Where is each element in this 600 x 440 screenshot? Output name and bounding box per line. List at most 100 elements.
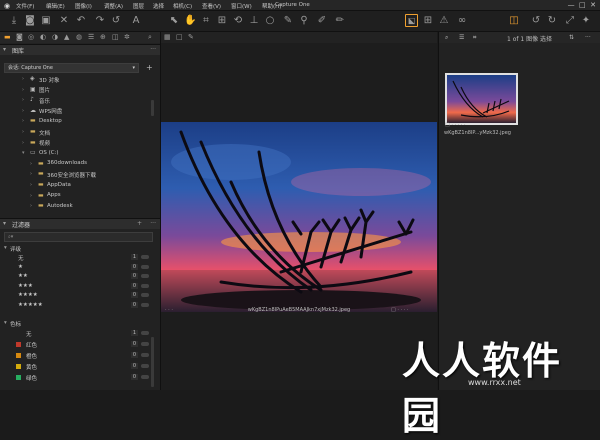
details-tab-icon[interactable]: ▲ — [64, 33, 69, 41]
chevron-right-icon[interactable]: › — [22, 87, 24, 93]
color-tab-icon[interactable]: ◐ — [40, 33, 46, 41]
menu-edit[interactable]: 编辑(E) — [46, 2, 65, 10]
menu-layers[interactable]: 图层 — [133, 2, 144, 10]
exposure-tab-icon[interactable]: ◑ — [52, 33, 58, 41]
list-view-icon[interactable]: ☰ — [459, 34, 464, 41]
add-icon[interactable]: + — [137, 220, 142, 227]
filters-scrollbar[interactable] — [151, 337, 154, 387]
collapse-icon[interactable]: ▾ — [3, 220, 6, 227]
folder-tree-item[interactable]: ▾ ▭ OS (C:) — [0, 148, 150, 159]
color-tag-filter-row[interactable]: 红色 0 — [0, 340, 154, 349]
chevron-right-icon[interactable]: › — [22, 108, 24, 114]
single-view-icon[interactable]: □ — [176, 33, 183, 41]
color-tag-filter-row[interactable]: 黄色 0 — [0, 362, 154, 371]
settings-icon[interactable]: ✦ — [580, 15, 592, 27]
filter-toggle[interactable] — [141, 264, 149, 269]
reset-icon[interactable]: ↺ — [110, 15, 122, 27]
import-icon[interactable]: ⤓ — [8, 15, 20, 27]
filter-toggle[interactable] — [141, 331, 149, 335]
crop-icon[interactable]: ⌗ — [473, 34, 476, 42]
sort-icon[interactable]: ⇅ — [569, 34, 574, 41]
main-photo[interactable] — [161, 122, 437, 312]
chevron-down-icon[interactable]: ▾ — [22, 150, 25, 156]
cursor-tool-icon[interactable]: ⬉ — [168, 15, 180, 27]
camera-icon[interactable]: ◙ — [24, 15, 36, 27]
adjustments-tab-icon[interactable]: ✲ — [124, 33, 130, 41]
color-tag-filter-row[interactable]: 橙色 0 — [0, 351, 154, 360]
filter-toggle[interactable] — [141, 342, 149, 346]
thumbnail-controls[interactable]: □ · · · · · — [445, 122, 466, 128]
add-icon[interactable]: + — [146, 63, 153, 72]
rating-group-header[interactable]: ▾ 评级 — [0, 244, 154, 253]
filters-section-header[interactable]: ▾ 过滤器 + ··· — [0, 218, 160, 229]
lens-tab-icon[interactable]: ◎ — [28, 33, 34, 41]
app-logo-icon[interactable]: ◉ — [4, 2, 10, 10]
filter-toggle[interactable] — [141, 353, 149, 357]
folder-tree-item[interactable]: › ♪ 音乐 — [0, 95, 150, 106]
more-icon[interactable]: ··· — [585, 34, 591, 41]
local-adjust-tab-icon[interactable]: ◍ — [76, 33, 82, 41]
rotate-tool-icon[interactable]: ⟲ — [232, 15, 244, 27]
chevron-right-icon[interactable]: › — [30, 161, 32, 167]
metadata-tab-icon[interactable]: ☰ — [88, 33, 94, 41]
warning-icon[interactable]: ⚠ — [438, 15, 450, 27]
menu-select[interactable]: 选择 — [153, 2, 164, 10]
filter-toggle[interactable] — [141, 293, 149, 297]
chevron-right-icon[interactable]: › — [22, 76, 24, 82]
menu-adjust[interactable]: 调整(A) — [104, 2, 123, 10]
chevron-right-icon[interactable]: › — [30, 203, 32, 209]
filter-toggle[interactable] — [141, 364, 149, 368]
filter-toggle[interactable] — [141, 375, 149, 379]
output-tab-icon[interactable]: ⊕ — [100, 33, 106, 41]
folder-tree-item[interactable]: › ▬ Autodesk — [0, 201, 150, 212]
menu-camera[interactable]: 相机(C) — [173, 2, 192, 10]
folder-tree-item[interactable]: › ▬ 文档 — [0, 127, 150, 138]
folder-tree-item[interactable]: › ▬ 视频 — [0, 138, 150, 149]
chevron-right-icon[interactable]: › — [22, 97, 24, 103]
exposure-warning-icon[interactable]: ⬕ — [405, 14, 418, 27]
chevron-right-icon[interactable]: › — [22, 118, 24, 124]
folder-tree-item[interactable]: › ☁ WPS网盘 — [0, 106, 150, 117]
undo-icon[interactable]: ↶ — [75, 15, 87, 27]
library-section-header[interactable]: ▾ 图库 ··· — [0, 44, 160, 55]
redo-icon[interactable]: ↷ — [94, 15, 106, 27]
brush-tool-icon[interactable]: ✎ — [282, 15, 294, 27]
chevron-right-icon[interactable]: › — [30, 182, 32, 188]
circle-tool-icon[interactable]: ○ — [264, 15, 276, 27]
rotate-left-icon[interactable]: ↺ — [530, 15, 542, 27]
catalog-dropdown[interactable]: 会话: Capture One ▾ — [4, 63, 139, 73]
folder-tree-item[interactable]: › ▬ Desktop — [0, 116, 150, 127]
rating-filter-row[interactable]: ★★★★★ 0 — [0, 301, 154, 310]
eraser-tool-icon[interactable]: ✐ — [316, 15, 328, 27]
batch-tab-icon[interactable]: ◫ — [112, 33, 119, 41]
folder-tree-item[interactable]: › ▣ 图片 — [0, 85, 150, 96]
capture-tab-icon[interactable]: ◙ — [16, 33, 23, 41]
library-tab-icon[interactable]: ▬ — [4, 33, 11, 41]
chevron-right-icon[interactable]: › — [22, 129, 24, 135]
search-icon[interactable]: ⌕ — [445, 34, 448, 42]
folder-tree-item[interactable]: › ▬ 360安全浏览器下载 — [0, 169, 150, 180]
layers-icon[interactable]: ◫ — [508, 15, 520, 27]
chevron-right-icon[interactable]: › — [22, 140, 24, 146]
filter-toggle[interactable] — [141, 255, 149, 259]
filter-toggle[interactable] — [141, 302, 149, 307]
folder-tree-item[interactable]: › ◈ 3D 对象 — [0, 74, 150, 85]
rating-filter-row[interactable]: ★ 0 — [0, 263, 154, 272]
menu-window[interactable]: 窗口(W) — [231, 2, 252, 10]
chevron-right-icon[interactable]: › — [30, 171, 32, 177]
folder-tree-item[interactable]: › ▬ Apps — [0, 191, 150, 202]
edit-icon[interactable]: ✎ — [188, 33, 194, 41]
color-tag-group-header[interactable]: ▾ 色标 — [0, 319, 154, 328]
more-icon[interactable]: ··· — [150, 220, 156, 227]
crop-tool-icon[interactable]: ⌗ — [200, 15, 212, 27]
folder-tree-item[interactable]: › ▬ AppData — [0, 180, 150, 191]
rating-filter-row[interactable]: ★★ 0 — [0, 272, 154, 281]
search-icon[interactable]: ⌕ — [148, 33, 152, 42]
copy-icon[interactable]: ▣ — [40, 15, 52, 27]
filter-search-input[interactable]: ⌕▾ — [4, 232, 153, 242]
menu-image[interactable]: 图像(I) — [75, 2, 92, 10]
hand-tool-icon[interactable]: ✋ — [184, 15, 196, 27]
rotate-right-icon[interactable]: ↻ — [546, 15, 558, 27]
keystone-tool-icon[interactable]: ⊥ — [248, 15, 260, 27]
glasses-icon[interactable]: ∞ — [456, 15, 468, 27]
